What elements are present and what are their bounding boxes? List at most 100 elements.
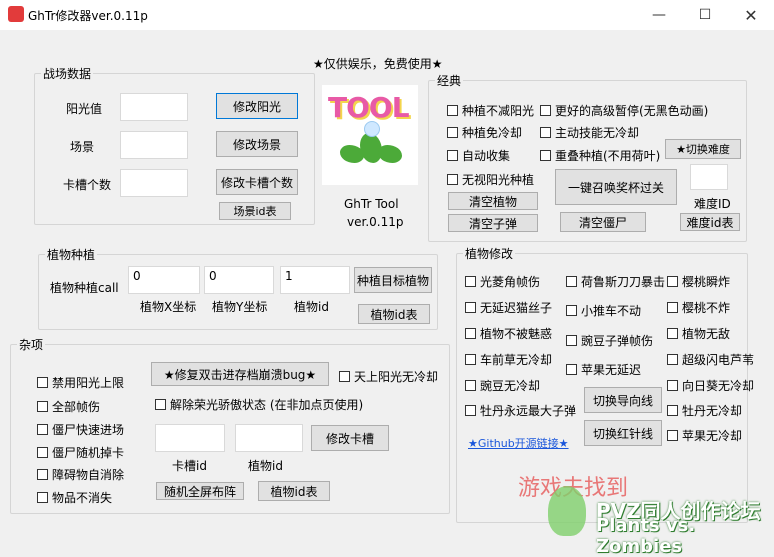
plant-id-input[interactable]: 1	[280, 266, 350, 294]
checkbox-box[interactable]	[667, 430, 678, 441]
difficulty-input[interactable]	[690, 164, 728, 190]
checkbox-sunflower-nocd[interactable]: 向日葵无冷却	[667, 377, 754, 394]
checkbox-box[interactable]	[540, 127, 551, 138]
checkbox-obstacle-remove[interactable]: 障碍物自消除	[37, 466, 124, 483]
checkbox-box[interactable]	[667, 328, 678, 339]
checkbox-peony-max-bullet[interactable]: 牡丹永远最大子弹	[465, 402, 576, 419]
checkbox-apple-nocd[interactable]: 苹果无冷却	[667, 427, 742, 444]
plant-x-input[interactable]: 0	[128, 266, 200, 294]
checkbox-release-glory[interactable]: 解除荣光骄傲状态 (在非加点页使用)	[155, 396, 363, 413]
checkbox-cherry-no-explode[interactable]: 樱桃不炸	[667, 299, 730, 316]
checkbox-horus-crit[interactable]: 荷鲁斯刀刀暴击	[566, 273, 665, 290]
checkbox-box[interactable]	[465, 354, 476, 365]
sun-input[interactable]	[120, 93, 188, 121]
checkbox-box[interactable]	[566, 276, 577, 287]
tool-version: ver.0.11p	[347, 215, 404, 229]
checkbox-pea-frame[interactable]: 豌豆子弹帧伤	[566, 332, 653, 349]
checkbox-box[interactable]	[447, 127, 458, 138]
checkbox-box[interactable]	[37, 401, 48, 412]
misc-plant-id-input[interactable]	[235, 424, 303, 452]
scene-id-table-button[interactable]: 场景id表	[219, 202, 291, 220]
checkbox-box[interactable]	[465, 276, 476, 287]
checkbox-skill-no-cooldown[interactable]: 主动技能无冷却	[540, 124, 639, 141]
modify-sun-button[interactable]: 修改阳光	[216, 93, 298, 119]
checkbox-box[interactable]	[667, 380, 678, 391]
checkbox-box[interactable]	[37, 492, 48, 503]
checkbox-no-sun-cost[interactable]: 种植不减阳光	[447, 102, 534, 119]
checkbox-items-persist[interactable]: 物品不消失	[37, 489, 112, 506]
checkbox-disable-sun-limit[interactable]: 禁用阳光上限	[37, 374, 124, 391]
clear-plants-button[interactable]: 清空植物	[448, 192, 538, 210]
checkbox-box[interactable]	[447, 174, 458, 185]
bubble-icon	[364, 121, 380, 137]
checkbox-apple-nodelay[interactable]: 苹果无延迟	[566, 361, 641, 378]
checkbox-box[interactable]	[566, 335, 577, 346]
plant-id-table-button[interactable]: 植物id表	[358, 304, 430, 324]
modify-scene-button[interactable]: 修改场景	[216, 131, 298, 157]
checkbox-auto-collect[interactable]: 自动收集	[447, 147, 510, 164]
checkbox-plant-invincible[interactable]: 植物无敌	[667, 325, 730, 342]
summon-trophy-button[interactable]: 一键召唤奖杯过关	[555, 169, 677, 205]
checkbox-better-pause[interactable]: 更好的高级暂停(无黑色动画)	[540, 102, 708, 119]
checkbox-box[interactable]	[465, 405, 476, 416]
checkbox-box[interactable]	[155, 399, 166, 410]
checkbox-light-caltrop[interactable]: 光菱角帧伤	[465, 273, 540, 290]
checkbox-no-charm[interactable]: 植物不被魅惑	[465, 325, 552, 342]
plant-target-button[interactable]: 种植目标植物	[354, 267, 432, 293]
checkbox-dodder-nodelay[interactable]: 无延迟猫丝子	[465, 299, 552, 316]
checkbox-box[interactable]	[667, 405, 678, 416]
checkbox-zombie-fast[interactable]: 僵尸快速进场	[37, 421, 124, 438]
checkbox-box[interactable]	[447, 105, 458, 116]
checkbox-ignore-sun[interactable]: 无视阳光种植	[447, 171, 534, 188]
title-bar[interactable]: GhTr修改器ver.0.11p — ☐ ✕	[0, 0, 774, 30]
github-link[interactable]: ★Github开源链接★	[468, 435, 569, 451]
checkbox-no-cooldown[interactable]: 种植免冷却	[447, 124, 522, 141]
maximize-button[interactable]: ☐	[682, 0, 728, 30]
switch-red-line-button[interactable]: 切换红针线	[584, 420, 662, 446]
checkbox-box[interactable]	[447, 150, 458, 161]
misc-plant-id-table-button[interactable]: 植物id表	[258, 481, 330, 501]
sun-label: 阳光值	[66, 102, 103, 116]
checkbox-cart-static[interactable]: 小推车不动	[566, 302, 641, 319]
checkbox-box[interactable]	[37, 469, 48, 480]
close-button[interactable]: ✕	[728, 0, 774, 30]
checkbox-box[interactable]	[566, 364, 577, 375]
checkbox-box[interactable]	[37, 377, 48, 388]
checkbox-super-reed[interactable]: 超级闪电芦苇	[667, 351, 754, 368]
modify-card-button[interactable]: 修改卡槽	[311, 425, 389, 451]
checkbox-cherry-instant[interactable]: 樱桃瞬炸	[667, 273, 730, 290]
clear-bullets-button[interactable]: 清空子弹	[448, 214, 538, 232]
minimize-button[interactable]: —	[636, 0, 682, 30]
scene-input[interactable]	[120, 131, 188, 159]
checkbox-box[interactable]	[339, 371, 350, 382]
checkbox-box[interactable]	[37, 424, 48, 435]
plant-y-input[interactable]: 0	[204, 266, 274, 294]
checkbox-zombie-drop-card[interactable]: 僵尸随机掉卡	[37, 444, 124, 461]
card-id-input[interactable]	[155, 424, 225, 452]
checkbox-plantain-nocd[interactable]: 车前草无冷却	[465, 351, 552, 368]
checkbox-box[interactable]	[667, 302, 678, 313]
checkbox-box[interactable]	[540, 150, 551, 161]
checkbox-box[interactable]	[465, 328, 476, 339]
checkbox-peony-nocd[interactable]: 牡丹无冷却	[667, 402, 742, 419]
checkbox-box[interactable]	[465, 380, 476, 391]
checkbox-box[interactable]	[540, 105, 551, 116]
switch-guide-line-button[interactable]: 切换导向线	[584, 387, 662, 413]
checkbox-box[interactable]	[465, 302, 476, 313]
checkbox-box[interactable]	[37, 447, 48, 458]
checkbox-box[interactable]	[667, 354, 678, 365]
modify-slots-button[interactable]: 修改卡槽个数	[216, 169, 298, 195]
clear-zombies-button[interactable]: 清空僵尸	[560, 212, 646, 232]
checkbox-box[interactable]	[566, 305, 577, 316]
difficulty-id-table-button[interactable]: 难度id表	[680, 213, 740, 231]
random-layout-button[interactable]: 随机全屏布阵	[156, 482, 244, 500]
slots-input[interactable]	[120, 169, 188, 197]
checkbox-box[interactable]	[667, 276, 678, 287]
checkbox-pea-nocd[interactable]: 豌豆无冷却	[465, 377, 540, 394]
fix-crash-bug-button[interactable]: ★修复双击进存档崩溃bug★	[151, 362, 329, 386]
checkbox-overlap-plant[interactable]: 重叠种植(不用荷叶)	[540, 147, 660, 164]
checkbox-all-frame-damage[interactable]: 全部帧伤	[37, 398, 100, 415]
checkbox-sky-sun-nocd[interactable]: 天上阳光无冷却	[339, 368, 438, 385]
switch-difficulty-button[interactable]: ★切换难度	[665, 139, 741, 159]
plant-call-label: 植物种植call	[50, 281, 119, 295]
